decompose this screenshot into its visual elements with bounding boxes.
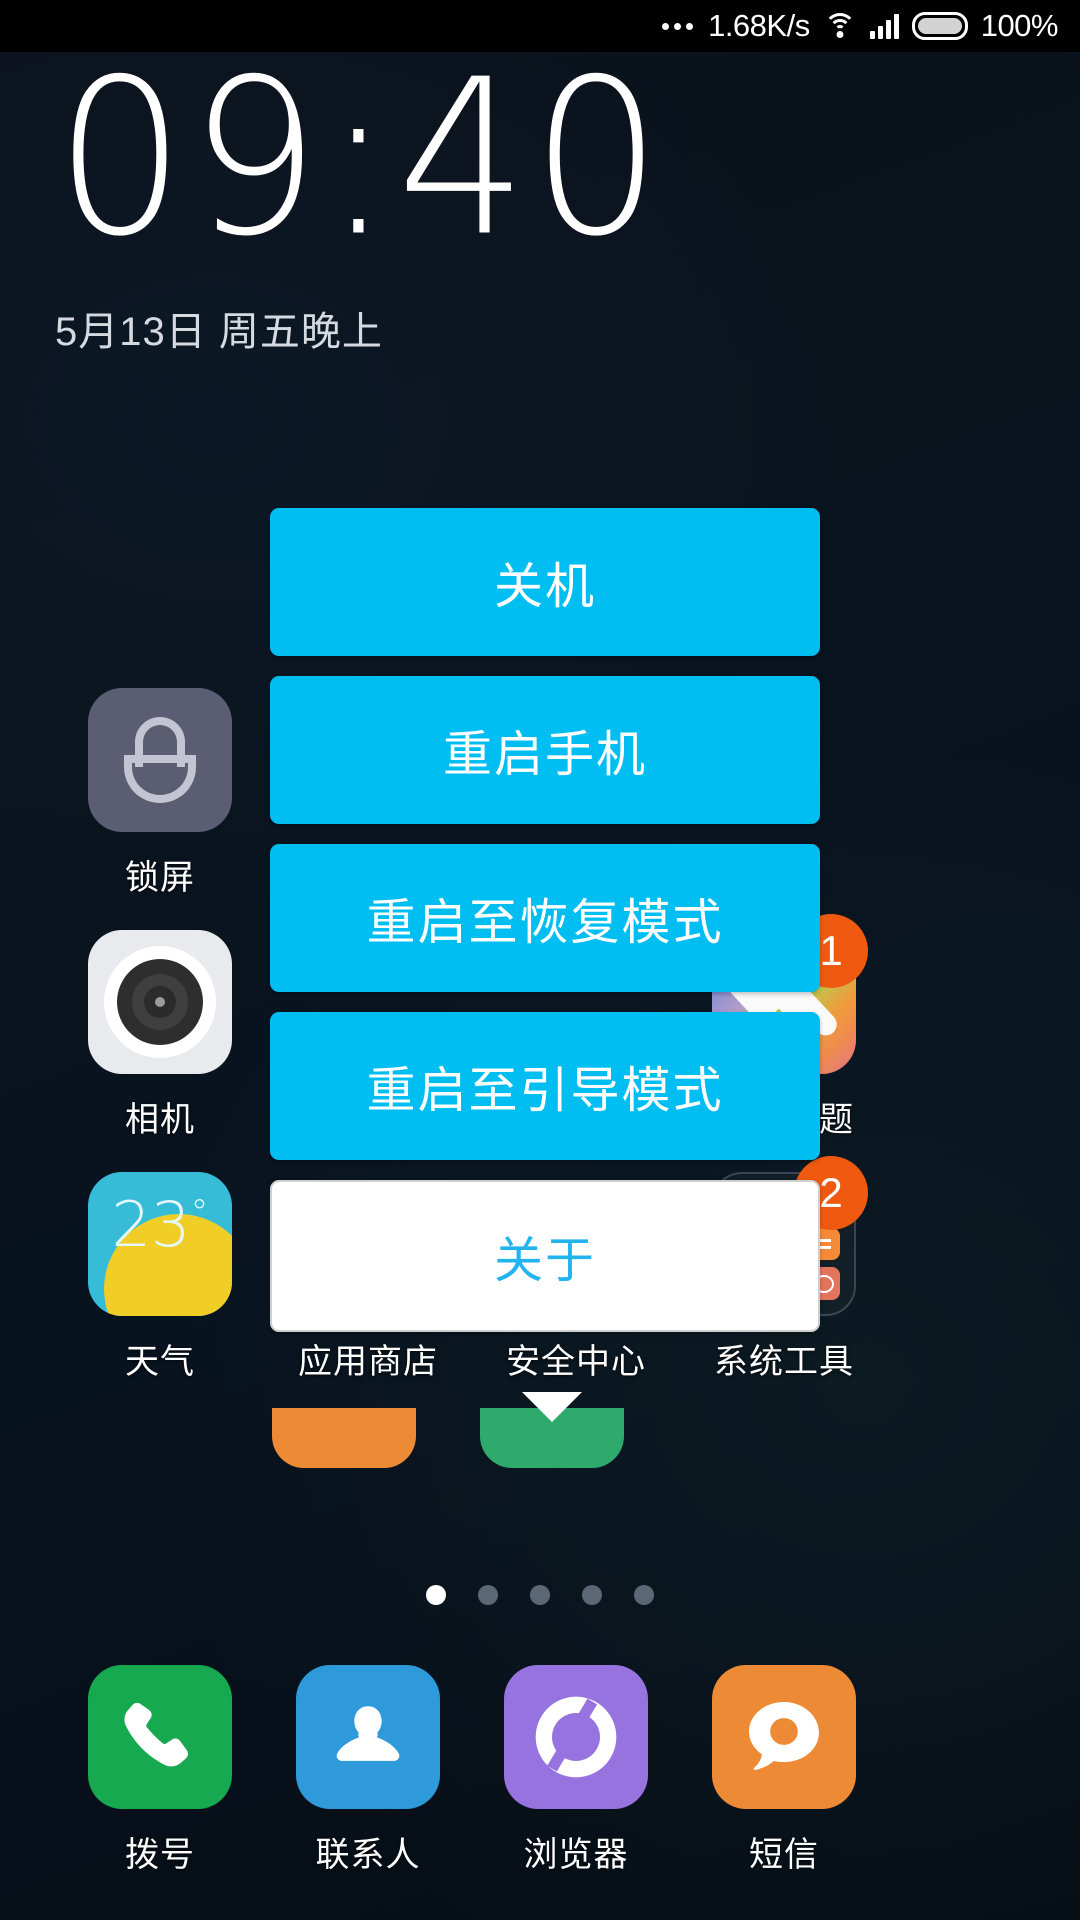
- network-speed-text: 1.68K/s: [708, 8, 810, 43]
- app-label: 天气: [125, 1343, 195, 1381]
- battery-percent-text: 100%: [980, 8, 1059, 43]
- camera-icon: [88, 930, 232, 1074]
- reboot-recovery-button[interactable]: 重启至恢复模式: [270, 844, 820, 992]
- dock-item-contacts[interactable]: 联系人: [268, 1665, 468, 1876]
- dock-label: 联系人: [315, 1836, 421, 1874]
- status-bar: 1.68K/s 100%: [0, 0, 1080, 52]
- page-dot-2[interactable]: [478, 1585, 498, 1605]
- clock-time: 09:40: [55, 34, 666, 284]
- weather-degree: °: [190, 1192, 209, 1234]
- reboot-bootloader-button[interactable]: 重启至引导模式: [270, 1012, 820, 1160]
- peek-icon-security: [480, 1392, 624, 1468]
- page-dot-4[interactable]: [582, 1585, 602, 1605]
- more-dots-icon: [662, 22, 694, 30]
- page-dot-5[interactable]: [634, 1585, 654, 1605]
- message-glyph: [749, 1702, 819, 1770]
- weather-temp: 23: [111, 1188, 191, 1261]
- dock-label: 拨号: [125, 1836, 195, 1874]
- app-camera[interactable]: 相机: [60, 930, 260, 1141]
- weather-icon: 23°: [88, 1172, 232, 1316]
- phone-icon: [88, 1665, 232, 1809]
- message-icon: [712, 1665, 856, 1809]
- page-dot-1[interactable]: [426, 1585, 446, 1605]
- phone-glyph: [124, 1702, 188, 1767]
- dock-label: 浏览器: [523, 1836, 629, 1874]
- clock-widget[interactable]: 09:40 5月13日 周五晚上: [55, 51, 666, 357]
- browser-glyph: [535, 1696, 617, 1778]
- dock-item-browser[interactable]: 浏览器: [476, 1665, 676, 1876]
- reboot-button[interactable]: 重启手机: [270, 676, 820, 824]
- power-menu-dialog: 关机 重启手机 重启至恢复模式 重启至引导模式 关于: [270, 508, 820, 1352]
- page-indicator: [0, 1585, 1080, 1605]
- lock-icon: [88, 688, 232, 832]
- about-button[interactable]: 关于: [270, 1180, 820, 1332]
- dock-item-sms[interactable]: 短信: [684, 1665, 884, 1876]
- app-label: 锁屏: [125, 859, 195, 897]
- clock-date: 5月13日 周五晚上: [55, 309, 383, 354]
- battery-icon: [911, 12, 968, 40]
- app-label: 相机: [125, 1101, 195, 1139]
- signal-icon: [869, 13, 899, 39]
- peek-icon-appstore: [272, 1408, 416, 1468]
- page-dot-3[interactable]: [530, 1585, 550, 1605]
- wifi-icon: [823, 13, 857, 39]
- dock-label: 短信: [749, 1836, 819, 1874]
- dock-item-dialer[interactable]: 拨号: [60, 1665, 260, 1876]
- person-glyph: [336, 1706, 400, 1761]
- browser-icon: [504, 1665, 648, 1809]
- person-icon: [296, 1665, 440, 1809]
- app-lock-screen[interactable]: 锁屏: [60, 688, 260, 899]
- app-weather[interactable]: 23° 天气: [60, 1172, 260, 1383]
- power-off-button[interactable]: 关机: [270, 508, 820, 656]
